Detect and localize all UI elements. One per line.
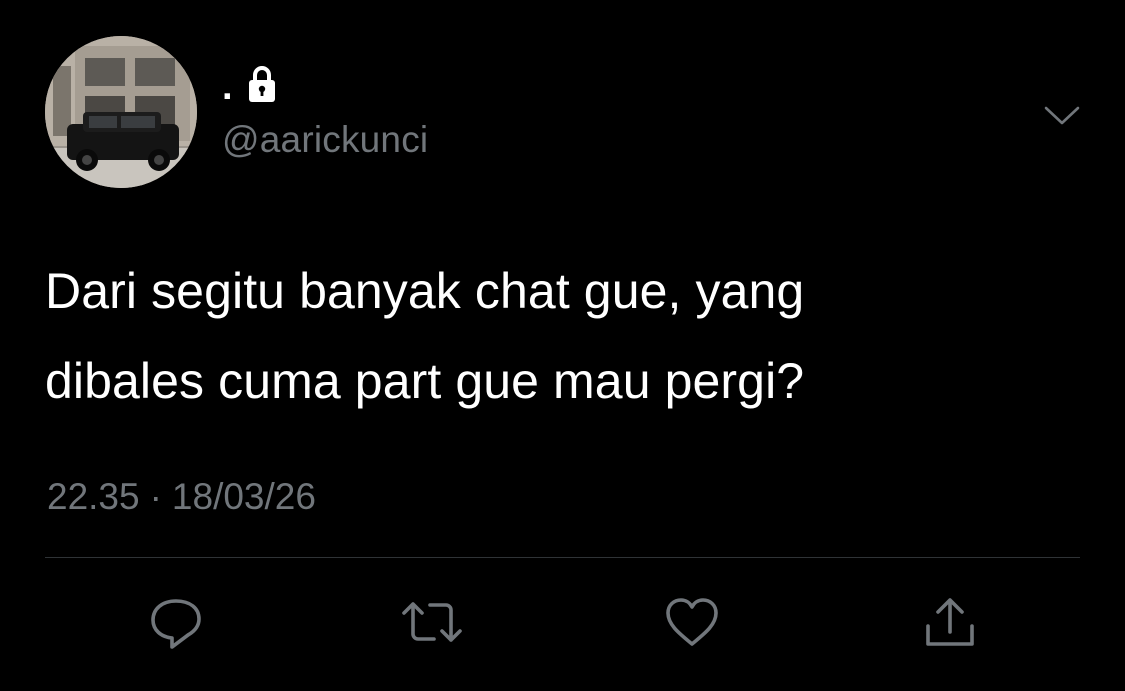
avatar-image — [45, 36, 197, 188]
tweet-time: 22.35 — [47, 476, 140, 517]
reply-button[interactable] — [144, 590, 208, 654]
share-icon — [926, 598, 974, 646]
display-name-row: . — [222, 62, 277, 106]
reply-icon — [151, 599, 201, 649]
share-button[interactable] — [918, 590, 982, 654]
meta-separator: · — [149, 476, 162, 517]
heart-icon — [666, 598, 718, 646]
tweet-text: Dari segitu banyak chat gue, yang dibale… — [45, 263, 805, 409]
retweet-button[interactable] — [400, 590, 464, 654]
user-handle[interactable]: @aarickunci — [222, 118, 428, 162]
retweet-icon — [402, 602, 462, 642]
chevron-down-icon[interactable] — [1040, 98, 1084, 132]
tweet-date: 18/03/26 — [171, 476, 316, 517]
like-button[interactable] — [660, 590, 724, 654]
divider — [45, 557, 1080, 558]
action-bar — [0, 590, 1125, 660]
tweet-card: . @aarickunci Dari segitu banyak chat gu… — [0, 0, 1125, 691]
display-name[interactable]: . — [222, 68, 233, 106]
tweet-timestamp: 22.35 · 18/03/26 — [47, 474, 316, 520]
lock-icon — [247, 64, 277, 104]
avatar[interactable] — [45, 36, 197, 188]
